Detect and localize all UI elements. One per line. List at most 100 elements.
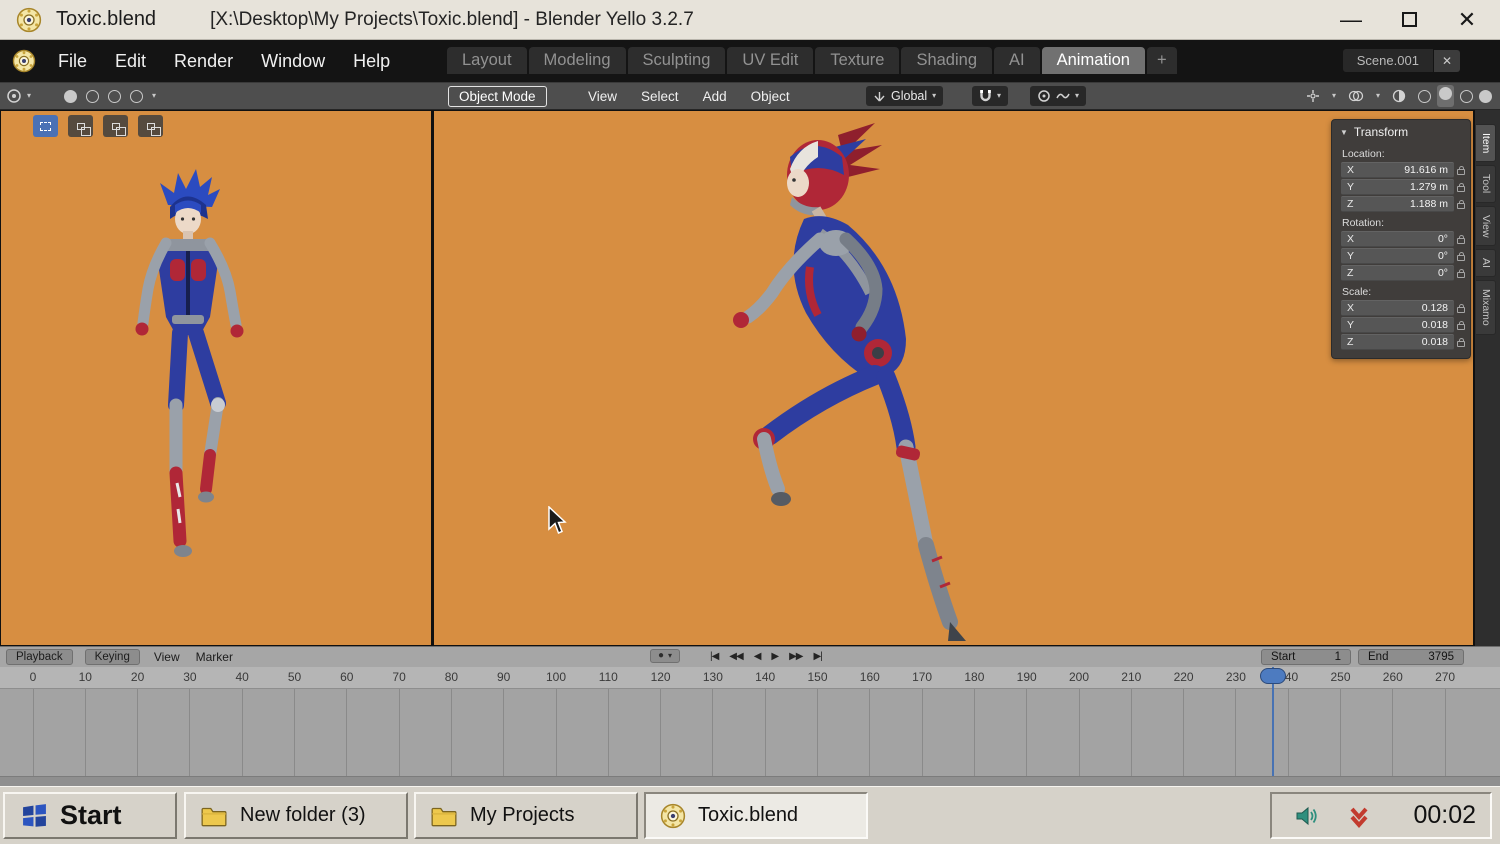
windows-logo-icon	[21, 802, 48, 829]
character-front-view[interactable]	[134, 167, 274, 577]
editor-type-icon[interactable]	[6, 88, 22, 104]
shading-rendered-icon[interactable]	[1479, 89, 1492, 103]
workspace-tab-texture[interactable]: Texture	[815, 47, 900, 74]
menu-edit[interactable]: Edit	[115, 51, 146, 72]
start-button[interactable]: Start	[3, 792, 177, 839]
close-button[interactable]: ✕	[1452, 5, 1482, 35]
xray-toggle-icon[interactable]	[1392, 89, 1406, 103]
jump-to-start-button[interactable]: |◀	[706, 649, 722, 664]
mode-icon[interactable]	[64, 89, 77, 103]
select-box-tool-button[interactable]	[33, 115, 58, 137]
transform-value-field[interactable]: Z 0°	[1341, 265, 1454, 281]
viewport-front[interactable]	[1, 111, 431, 645]
workspace-tab-sculpting[interactable]: Sculpting	[627, 47, 726, 74]
transform-value-field[interactable]: X 0.128	[1341, 300, 1454, 316]
workspace-tab-shading[interactable]: Shading	[901, 47, 993, 74]
taskbar-button-new-folder-3[interactable]: New folder (3)	[184, 792, 408, 839]
gizmo-icon[interactable]	[1306, 89, 1320, 103]
frame-start-field[interactable]: Start 1	[1261, 649, 1351, 665]
workspace-tab-uv-edit[interactable]: UV Edit	[727, 47, 814, 74]
viewport-menu-add[interactable]: Add	[703, 89, 727, 104]
frame-end-field[interactable]: End 3795	[1358, 649, 1464, 665]
timeline-menu-keying[interactable]: Keying	[84, 649, 140, 665]
timeline[interactable]: 0 10 20 30 40 50 60 70 80 90 100 110 120 130 140 150 160…	[0, 667, 1500, 786]
object-mode-dropdown[interactable]: Object Mode	[448, 85, 547, 107]
tray-arrow-icon[interactable]	[1346, 803, 1372, 829]
transform-row: Y 0.018	[1341, 317, 1465, 333]
transform-panel-header[interactable]: ▼ Transform	[1332, 120, 1470, 143]
volume-icon[interactable]	[1294, 803, 1320, 829]
play-reverse-button[interactable]: ◀	[750, 649, 765, 664]
play-button[interactable]: ▶	[767, 649, 782, 664]
viewport-menu-view[interactable]: View	[588, 89, 617, 104]
transform-orientation-dropdown[interactable]: Global ▾	[866, 86, 944, 106]
playhead-handle[interactable]	[1259, 668, 1286, 684]
minimize-button[interactable]: —	[1336, 5, 1366, 35]
sidebar-tab-tool[interactable]: Tool	[1476, 165, 1496, 203]
viewport-menu-object[interactable]: Object	[751, 89, 790, 104]
transform-value-field[interactable]: Z 0.018	[1341, 334, 1454, 350]
sidebar-tab-item[interactable]: Item	[1476, 124, 1496, 163]
overlays-icon[interactable]	[1348, 90, 1364, 102]
transform-value-field[interactable]: Z 1.188 m	[1341, 196, 1454, 212]
menu-file[interactable]: File	[58, 51, 87, 72]
rotate-tool-button[interactable]	[103, 115, 128, 137]
taskbar-button-toxic-blend[interactable]: Toxic.blend	[644, 792, 868, 839]
blender-menu-logo-icon[interactable]	[12, 49, 36, 73]
menu-render[interactable]: Render	[174, 51, 233, 72]
timeline-scrollbar[interactable]	[0, 776, 1500, 786]
lock-icon[interactable]	[1457, 183, 1465, 192]
previous-keyframe-button[interactable]: ◀◀	[725, 649, 746, 664]
lock-icon[interactable]	[1457, 338, 1465, 347]
menu-help[interactable]: Help	[353, 51, 390, 72]
scene-name-field[interactable]: Scene.001	[1342, 49, 1433, 72]
jump-to-end-button[interactable]: ▶|	[809, 649, 825, 664]
axis-value: 1.279 m	[1410, 181, 1448, 193]
workspace-tab-modeling[interactable]: Modeling	[528, 47, 626, 74]
move-tool-button[interactable]	[68, 115, 93, 137]
maximize-button[interactable]	[1394, 5, 1424, 35]
timeline-tracks[interactable]	[0, 688, 1500, 776]
shading-solid-active[interactable]	[1437, 85, 1454, 107]
shading-wireframe-icon[interactable]	[1418, 89, 1431, 103]
scale-tool-icon	[146, 122, 161, 136]
workspace-tab-layout[interactable]: Layout	[447, 47, 527, 74]
menu-window[interactable]: Window	[261, 51, 325, 72]
workspace-tab-animation[interactable]: Animation	[1041, 47, 1145, 74]
proportional-circle-icon	[1037, 89, 1051, 103]
transform-value-field[interactable]: Y 0.018	[1341, 317, 1454, 333]
viewport-main[interactable]: ▼ Transform Location: X 91.616 m Y 1.279 m Z 1…	[434, 111, 1473, 645]
lock-icon[interactable]	[1457, 252, 1465, 261]
lock-icon[interactable]	[1457, 321, 1465, 330]
transform-value-field[interactable]: X 0°	[1341, 231, 1454, 247]
sidebar-tab-view[interactable]: View	[1476, 205, 1496, 247]
shading-material-icon[interactable]	[1460, 89, 1473, 103]
timeline-menu-playback[interactable]: Playback	[6, 649, 73, 665]
mode-icon[interactable]	[108, 89, 121, 103]
taskbar-button-my-projects[interactable]: My Projects	[414, 792, 638, 839]
sidebar-tab-ai[interactable]: AI	[1476, 249, 1496, 278]
workspace-tab-ai[interactable]: AI	[994, 47, 1040, 74]
mode-icon[interactable]	[86, 89, 99, 103]
timeline-menu-marker[interactable]: Marker	[194, 649, 235, 665]
transform-value-field[interactable]: Y 0°	[1341, 248, 1454, 264]
lock-icon[interactable]	[1457, 235, 1465, 244]
lock-icon[interactable]	[1457, 200, 1465, 209]
snap-toggle[interactable]: ▾	[972, 86, 1009, 106]
transform-value-field[interactable]: X 91.616 m	[1341, 162, 1454, 178]
sidebar-tab-mixamo[interactable]: Mixamo	[1476, 280, 1496, 335]
transform-value-field[interactable]: Y 1.279 m	[1341, 179, 1454, 195]
proportional-edit-toggle[interactable]: ▾	[1030, 86, 1087, 106]
character-side-view[interactable]	[670, 117, 980, 645]
lock-icon[interactable]	[1457, 269, 1465, 278]
scene-unlink-button[interactable]: ✕	[1433, 49, 1460, 72]
viewport-menu-select[interactable]: Select	[641, 89, 679, 104]
timeline-menu-view[interactable]: View	[152, 649, 182, 665]
lock-icon[interactable]	[1457, 166, 1465, 175]
scale-tool-button[interactable]	[138, 115, 163, 137]
next-keyframe-button[interactable]: ▶▶	[785, 649, 806, 664]
auto-keying-group[interactable]: ● ▾	[650, 649, 681, 663]
add-workspace-button[interactable]: +	[1146, 47, 1177, 74]
lock-icon[interactable]	[1457, 304, 1465, 313]
mode-icon[interactable]	[130, 89, 143, 103]
